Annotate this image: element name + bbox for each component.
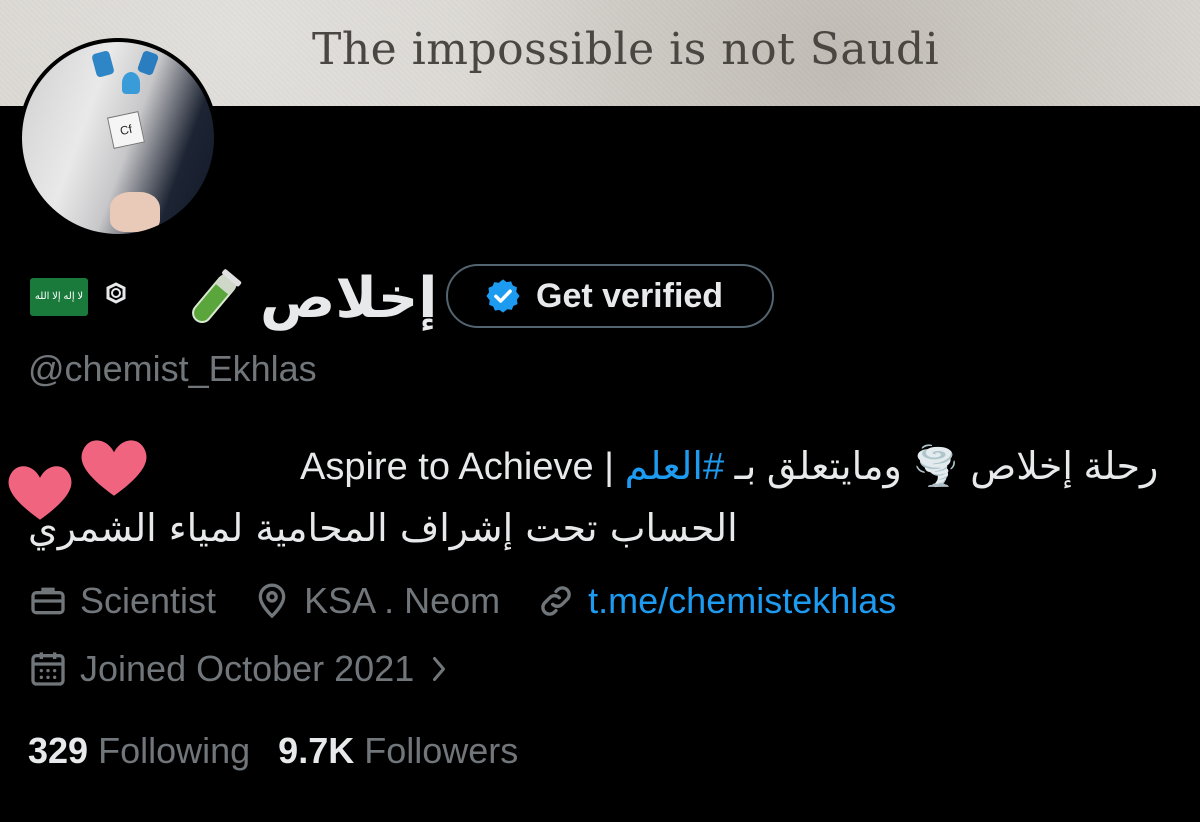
profile-meta: Scientist KSA . Neom t.me/chemistekhlas — [28, 578, 932, 624]
avatar-photo: Cf — [22, 42, 214, 234]
location-text: KSA . Neom — [304, 580, 501, 621]
joined-text: Joined October 2021 — [80, 648, 415, 689]
heart-icon — [81, 440, 147, 496]
calendar-icon — [31, 652, 65, 686]
username-handle: @chemist_Ekhlas — [28, 348, 317, 389]
hand-shape — [110, 192, 160, 232]
get-verified-button[interactable]: Get verified — [446, 264, 774, 328]
get-verified-label: Get verified — [536, 276, 724, 315]
banner-text: The impossible is not Saudi — [312, 24, 940, 75]
joined-date-row[interactable]: Joined October 2021 — [28, 648, 452, 690]
website-link[interactable]: t.me/chemistekhlas — [588, 580, 896, 622]
profession-text: Scientist — [80, 580, 217, 621]
benzene-ring-icon — [106, 282, 126, 304]
location-item: KSA . Neom — [252, 580, 500, 622]
display-name: إخلاص — [260, 266, 438, 331]
followers-count: 9.7K — [278, 730, 355, 771]
saudi-flag-icon: لا إله إلا الله — [30, 278, 88, 316]
following-label: Following — [98, 730, 251, 771]
link-icon — [541, 586, 571, 616]
pin-decoration — [122, 72, 140, 94]
test-tube-icon — [192, 269, 242, 324]
website-item[interactable]: t.me/chemistekhlas — [536, 580, 896, 622]
briefcase-icon — [31, 587, 65, 615]
avatar[interactable]: Cf — [18, 38, 218, 238]
chevron-right-icon — [433, 657, 446, 681]
bio-hashtag-link[interactable]: #العلم — [625, 446, 724, 488]
followers-label: Followers — [364, 730, 519, 771]
followers-stat[interactable]: 9.7K Followers — [278, 730, 518, 772]
bio-line-1-text: Aspire to Achieve | رحلة إخلاص 🌪️ ومايتع… — [300, 446, 1159, 488]
follow-stats: 329 Following 9.7K Followers — [28, 730, 518, 772]
location-pin-icon — [258, 583, 286, 619]
following-stat[interactable]: 329 Following — [28, 730, 250, 772]
bio-line-1: Aspire to Achieve | رحلة إخلاص 🌪️ ومايتع… — [300, 444, 1158, 489]
pin-decoration — [136, 49, 160, 77]
following-count: 329 — [28, 730, 89, 771]
verified-badge-icon — [486, 279, 520, 313]
pin-decoration: Cf — [107, 111, 145, 149]
profession-item: Scientist — [28, 580, 216, 622]
bio-line-2: الحساب تحت إشراف المحامية لمياء الشمري — [28, 506, 738, 550]
pin-decoration — [91, 50, 115, 78]
heart-icon — [8, 466, 72, 520]
